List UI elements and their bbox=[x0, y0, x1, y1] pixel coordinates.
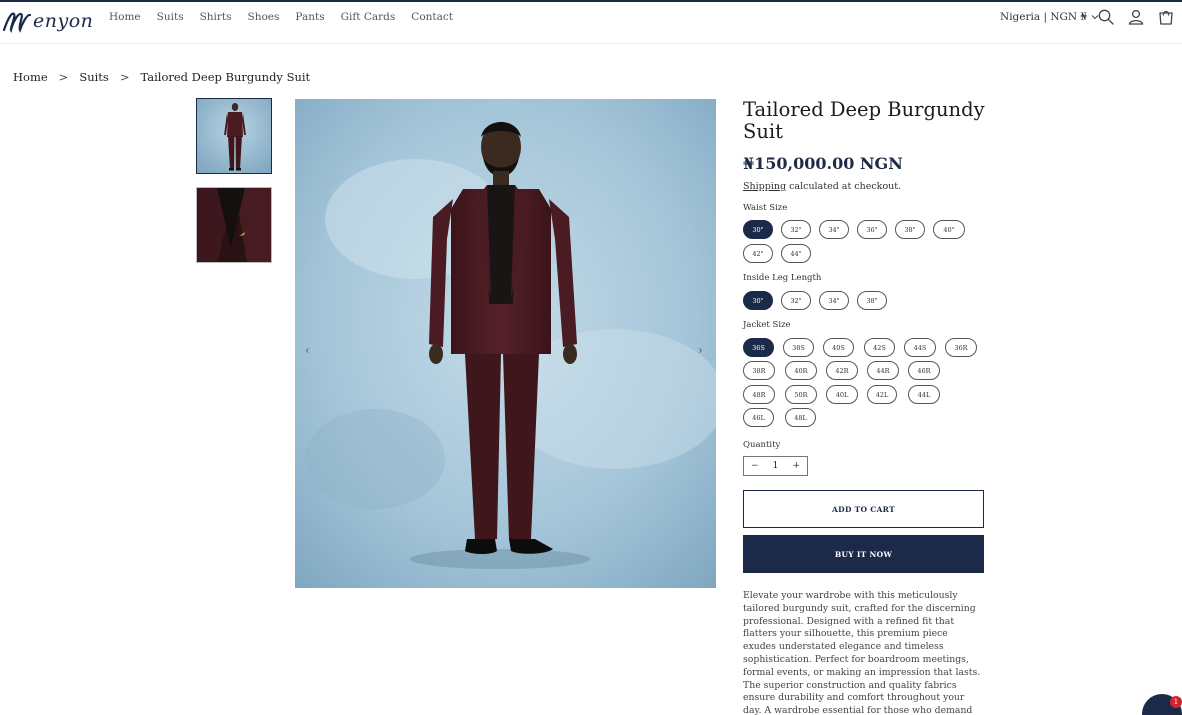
gallery-next-arrow[interactable]: › bbox=[698, 343, 703, 357]
inside-leg-label: Inside Leg Length bbox=[743, 273, 822, 283]
quantity-decrease-button[interactable]: − bbox=[751, 461, 759, 471]
waist-option-38[interactable]: 38" bbox=[895, 220, 925, 239]
region-label: Nigeria | NGN ₦ bbox=[1000, 11, 1088, 23]
account-icon[interactable] bbox=[1127, 8, 1145, 26]
quantity-stepper: − 1 + bbox=[743, 456, 808, 476]
jacket-option-36s[interactable]: 36S bbox=[743, 338, 774, 357]
leg-option-32[interactable]: 32" bbox=[781, 291, 811, 310]
country-currency-selector[interactable]: Nigeria | NGN ₦ bbox=[1000, 11, 1099, 23]
nav-item-pants[interactable]: Pants bbox=[295, 11, 324, 23]
main-nav: Home Suits Shirts Shoes Pants Gift Cards… bbox=[109, 11, 469, 23]
breadcrumb-separator: > bbox=[58, 70, 69, 84]
breadcrumb-separator: > bbox=[119, 70, 130, 84]
jacket-option-42s[interactable]: 42S bbox=[864, 338, 895, 357]
waist-option-36[interactable]: 36" bbox=[857, 220, 887, 239]
nav-item-gift-cards[interactable]: Gift Cards bbox=[341, 11, 396, 23]
nav-item-suits[interactable]: Suits bbox=[157, 11, 184, 23]
buy-it-now-button[interactable]: BUY IT NOW bbox=[743, 535, 984, 573]
thumbnail-lapel-detail[interactable] bbox=[196, 187, 272, 263]
jacket-option-44s[interactable]: 44S bbox=[904, 338, 936, 357]
chat-notification-badge: 1 bbox=[1170, 696, 1182, 708]
nav-item-contact[interactable]: Contact bbox=[411, 11, 453, 23]
jacket-option-50r[interactable]: 50R bbox=[785, 385, 817, 404]
shipping-note: Shipping calculated at checkout. bbox=[743, 181, 901, 192]
thumbnail-image bbox=[197, 99, 271, 173]
breadcrumb-home[interactable]: Home bbox=[13, 70, 48, 84]
waist-option-34[interactable]: 34" bbox=[819, 220, 849, 239]
jacket-option-48l[interactable]: 48L bbox=[785, 408, 816, 427]
jacket-option-40r[interactable]: 40R bbox=[785, 361, 817, 380]
breadcrumb: Home > Suits > Tailored Deep Burgundy Su… bbox=[13, 70, 310, 84]
nav-item-home[interactable]: Home bbox=[109, 11, 141, 23]
waist-option-30[interactable]: 30" bbox=[743, 220, 773, 239]
leg-option-38[interactable]: 38" bbox=[857, 291, 887, 310]
waist-size-label: Waist Size bbox=[743, 203, 788, 213]
leg-option-34[interactable]: 34" bbox=[819, 291, 849, 310]
jacket-option-38s[interactable]: 38S bbox=[783, 338, 814, 357]
shipping-link[interactable]: Shipping bbox=[743, 181, 786, 192]
search-icon[interactable] bbox=[1097, 8, 1115, 26]
add-to-cart-button[interactable]: ADD TO CART bbox=[743, 490, 984, 528]
waist-option-40[interactable]: 40" bbox=[933, 220, 965, 239]
leg-option-30[interactable]: 30" bbox=[743, 291, 773, 310]
gallery-prev-arrow[interactable]: ‹ bbox=[305, 343, 310, 357]
shipping-text: calculated at checkout. bbox=[786, 181, 902, 192]
quantity-increase-button[interactable]: + bbox=[792, 461, 800, 471]
main-product-image bbox=[295, 99, 716, 588]
site-header: enyon Home Suits Shirts Shoes Pants Gift… bbox=[0, 2, 1182, 44]
jacket-option-44r[interactable]: 44R bbox=[867, 361, 899, 380]
waist-option-32[interactable]: 32" bbox=[781, 220, 811, 239]
nav-item-shirts[interactable]: Shirts bbox=[200, 11, 232, 23]
jacket-option-48r[interactable]: 48R bbox=[743, 385, 775, 404]
quantity-value[interactable]: 1 bbox=[773, 461, 779, 471]
product-price: ₦150,000.00 NGN bbox=[743, 154, 903, 173]
nav-item-shoes[interactable]: Shoes bbox=[248, 11, 280, 23]
jacket-option-40l[interactable]: 40L bbox=[826, 385, 858, 404]
product-description: Elevate your wardrobe with this meticulo… bbox=[743, 590, 981, 715]
jacket-option-44l[interactable]: 44L bbox=[908, 385, 940, 404]
thumbnail-full-suit[interactable] bbox=[196, 98, 272, 174]
jacket-option-40s[interactable]: 40S bbox=[823, 338, 854, 357]
model-photo bbox=[295, 99, 716, 588]
brand-logo[interactable]: enyon bbox=[2, 6, 93, 36]
waist-option-42[interactable]: 42" bbox=[743, 244, 773, 263]
breadcrumb-suits[interactable]: Suits bbox=[79, 70, 109, 84]
product-title: Tailored Deep Burgundy Suit bbox=[743, 98, 985, 143]
jacket-option-46r[interactable]: 46R bbox=[908, 361, 940, 380]
waist-option-44[interactable]: 44" bbox=[781, 244, 811, 263]
jacket-option-46l[interactable]: 46L bbox=[743, 408, 774, 427]
breadcrumb-current: Tailored Deep Burgundy Suit bbox=[140, 70, 311, 84]
product-info: Tailored Deep Burgundy Suit ₦150,000.00 … bbox=[743, 98, 988, 715]
cart-icon[interactable] bbox=[1157, 8, 1175, 26]
logo-mark-icon bbox=[2, 12, 32, 34]
jacket-size-label: Jacket Size bbox=[743, 320, 791, 330]
jacket-option-38r[interactable]: 38R bbox=[743, 361, 775, 380]
logo-text: enyon bbox=[33, 10, 94, 32]
jacket-option-42l[interactable]: 42L bbox=[867, 385, 897, 404]
jacket-option-36r[interactable]: 36R bbox=[945, 338, 977, 357]
quantity-label: Quantity bbox=[743, 440, 781, 450]
jacket-option-42r[interactable]: 42R bbox=[826, 361, 858, 380]
thumbnail-image bbox=[197, 188, 271, 262]
